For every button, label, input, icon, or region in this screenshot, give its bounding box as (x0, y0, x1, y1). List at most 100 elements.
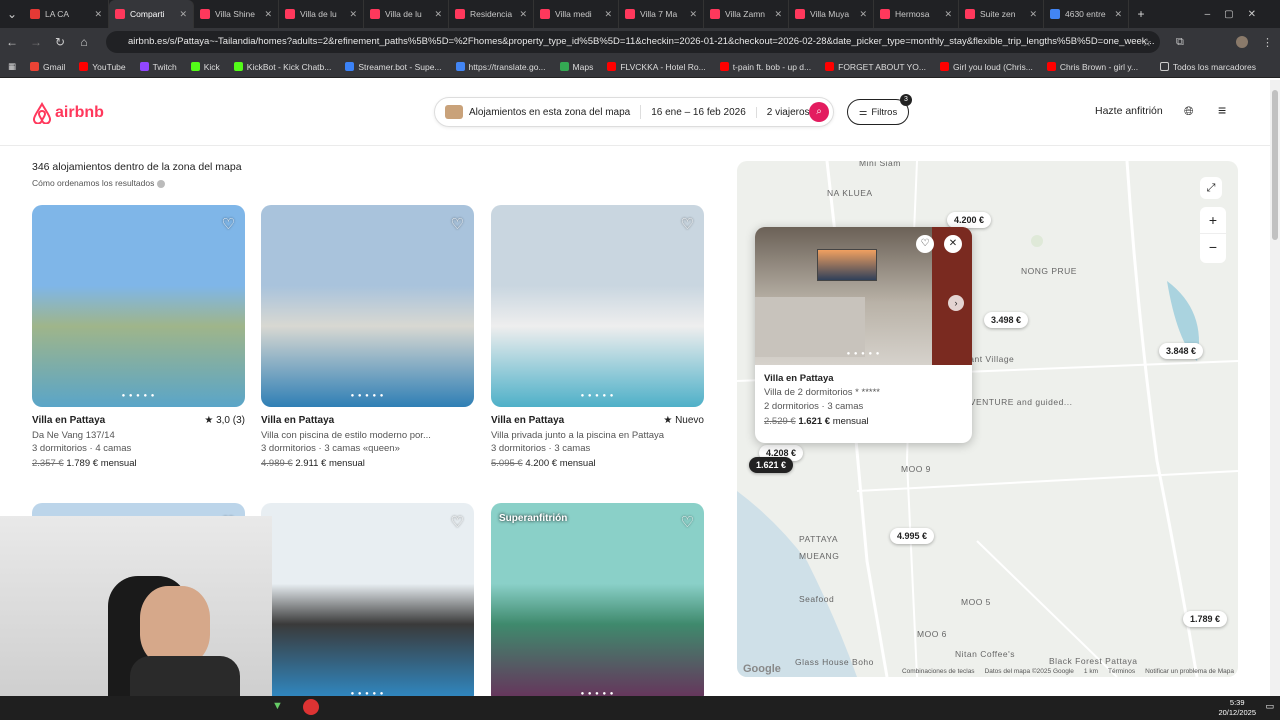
home-icon[interactable]: ⌂ (72, 35, 96, 49)
tab-close-icon[interactable]: ✕ (859, 9, 867, 20)
browser-tab[interactable]: 4630 entre ✕ (1044, 0, 1129, 28)
tab-close-icon[interactable]: ✕ (689, 9, 697, 20)
browser-tab[interactable]: Villa Shine ✕ (194, 0, 279, 28)
popup-photo[interactable]: ♡ ✕ › ● ● ● ● ● (755, 227, 972, 365)
url-field[interactable]: airbnb.es/s/Pattaya~-Tailandia/homes?adu… (106, 31, 1160, 53)
listing-photo[interactable]: ♡ ● ● ● ● ● (32, 205, 245, 407)
wishlist-heart-icon[interactable]: ♡ (451, 215, 464, 233)
bookmark-item[interactable]: https://translate.go... (455, 62, 546, 72)
forward-icon[interactable]: → (24, 35, 48, 49)
taskbar-clock[interactable]: 5:39 20/12/2025 (1218, 698, 1256, 718)
bookmark-item[interactable]: FORGET ABOUT YO... (825, 62, 926, 72)
browser-tab[interactable]: Villa 7 Ma ✕ (619, 0, 704, 28)
listing-card[interactable]: ♡ ● ● ● ● ● Villa en Pattaya ★ Nuevo Vill… (491, 205, 704, 469)
listing-photo[interactable]: ♡ ● ● ● ● ● (491, 205, 704, 407)
tab-search-icon[interactable]: ⌄ (0, 7, 24, 21)
bookmark-item[interactable]: t-pain ft. bob - up d... (719, 62, 811, 72)
become-host-link[interactable]: Hazte anfitrión (1095, 105, 1163, 117)
apps-icon[interactable]: ▦ (8, 61, 16, 72)
tab-close-icon[interactable]: ✕ (264, 9, 272, 20)
bookmark-item[interactable]: Gmail (30, 62, 65, 72)
wishlist-heart-icon[interactable]: ♡ (451, 513, 464, 531)
map-price-pin[interactable]: 1.789 € (1183, 611, 1228, 627)
scrollbar-thumb[interactable] (1272, 90, 1278, 240)
browser-tab[interactable]: Villa de lu ✕ (364, 0, 449, 28)
tab-close-icon[interactable]: ✕ (944, 9, 952, 20)
listing-card[interactable]: ♡ ● ● ● ● ● Villa en Pattaya Villa con p… (261, 205, 474, 469)
browser-tab[interactable]: Villa de lu ✕ (279, 0, 364, 28)
menu-icon[interactable]: ≡ (1218, 102, 1226, 118)
bookmark-item[interactable]: Twitch (139, 62, 177, 72)
bookmark-item[interactable]: Girl you loud (Chris... (939, 62, 1033, 72)
bookmark-item[interactable]: Kick (190, 62, 220, 72)
listing-photo[interactable]: ♡ ● ● ● ● ● (261, 503, 474, 705)
wishlist-heart-icon[interactable]: ♡ (222, 215, 235, 233)
bookmark-item[interactable]: FLVCKKA - Hotel Ro... (607, 62, 706, 72)
browser-menu-icon[interactable]: ⋮ (1262, 36, 1273, 49)
tab-close-icon[interactable]: ✕ (179, 9, 187, 20)
browser-tab[interactable]: Residencia ✕ (449, 0, 534, 28)
browser-tab[interactable]: Comparti ✕ (109, 0, 194, 28)
back-icon[interactable]: ← (0, 35, 24, 49)
expand-map-icon[interactable]: ⤢ (1200, 177, 1222, 199)
map-footer-item[interactable]: Combinaciones de teclas (902, 668, 975, 675)
bookmark-item[interactable]: Maps (559, 62, 593, 72)
new-tab-button[interactable]: + (1129, 7, 1153, 21)
results-map[interactable]: NA KLUEA NONG PRUE PATTAYA MUEANG MOO 9 MOO 5… (737, 161, 1238, 677)
airbnb-logo[interactable]: airbnb (32, 102, 104, 124)
taskbar-app-icon[interactable]: ▼ (272, 700, 283, 712)
search-dates[interactable]: 16 ene – 16 feb 2026 (641, 106, 757, 118)
listing-photo[interactable]: Superanfitrión ♡ ● ● ● ● ● (491, 503, 704, 705)
sort-info-link[interactable]: Cómo ordenamos los resultados (32, 178, 165, 188)
profile-avatar[interactable] (1236, 36, 1248, 48)
tab-close-icon[interactable]: ✕ (519, 9, 527, 20)
map-listing-popup[interactable]: ♡ ✕ › ● ● ● ● ● Villa en Pattaya Villa d… (755, 227, 972, 443)
wishlist-heart-icon[interactable]: ♡ (681, 215, 694, 233)
map-price-pin[interactable]: 3.498 € (984, 312, 1029, 328)
listing-card[interactable]: ♡ ● ● ● ● ● (261, 503, 474, 715)
browser-tab[interactable]: Villa medi ✕ (534, 0, 619, 28)
listing-card[interactable]: ♡ ● ● ● ● ● Villa en Pattaya ★ 3,0 (3) Da… (32, 205, 245, 469)
zoom-out-button[interactable]: − (1200, 233, 1226, 260)
browser-tab[interactable]: Villa Zamn ✕ (704, 0, 789, 28)
map-price-pin[interactable]: 4.200 € (947, 212, 992, 228)
globe-icon[interactable]: 🌐︎ (1184, 104, 1194, 119)
tab-close-icon[interactable]: ✕ (94, 9, 102, 20)
tab-close-icon[interactable]: ✕ (1114, 9, 1122, 20)
search-bar[interactable]: Alojamientos en esta zona del mapa 16 en… (434, 97, 834, 127)
tab-close-icon[interactable]: ✕ (434, 9, 442, 20)
reload-icon[interactable]: ↻ (48, 35, 72, 49)
tab-close-icon[interactable]: ✕ (774, 9, 782, 20)
taskbar-chrome-icon[interactable] (303, 699, 319, 715)
notification-icon[interactable]: ▭ (1265, 701, 1274, 712)
bookmark-star-icon[interactable]: ☆ (1142, 36, 1152, 49)
map-footer-item[interactable]: Notificar un problema de Mapa (1145, 668, 1234, 675)
popup-heart-icon[interactable]: ♡ (916, 235, 934, 253)
search-button[interactable]: ⌕ (809, 102, 829, 122)
wishlist-heart-icon[interactable]: ♡ (681, 513, 694, 531)
page-scrollbar[interactable] (1270, 80, 1280, 696)
bookmark-item[interactable]: Chris Brown - girl y... (1046, 62, 1138, 72)
map-price-pin[interactable]: 1.621 € (749, 457, 794, 473)
browser-tab[interactable]: LA CA ✕ (24, 0, 109, 28)
map-price-pin[interactable]: 3.848 € (1159, 343, 1204, 359)
browser-tab[interactable]: Suite zen ✕ (959, 0, 1044, 28)
window-controls[interactable]: –▢✕ (1205, 9, 1270, 20)
bookmark-item[interactable]: YouTube (79, 62, 126, 72)
listing-card[interactable]: Superanfitrión ♡ ● ● ● ● ● (491, 503, 704, 715)
extensions-icon[interactable]: ⧉ (1176, 36, 1184, 49)
tab-close-icon[interactable]: ✕ (1029, 9, 1037, 20)
bookmark-item[interactable]: KickBot - Kick Chatb... (233, 62, 331, 72)
map-footer-item[interactable]: Términos (1108, 668, 1135, 675)
bookmarks-folder[interactable]: Todos los marcadores (1159, 62, 1256, 72)
popup-next-icon[interactable]: › (948, 295, 964, 311)
popup-close-icon[interactable]: ✕ (944, 235, 962, 253)
tab-close-icon[interactable]: ✕ (349, 9, 357, 20)
bookmark-item[interactable]: Streamer.bot - Supe... (345, 62, 442, 72)
zoom-in-button[interactable]: + (1200, 207, 1226, 233)
search-location[interactable]: Alojamientos en esta zona del mapa (435, 105, 642, 119)
browser-tab[interactable]: Villa Muya ✕ (789, 0, 874, 28)
filters-button[interactable]: ⚌ Filtros 3 (847, 94, 912, 125)
map-price-pin[interactable]: 4.995 € (890, 528, 935, 544)
listing-photo[interactable]: ♡ ● ● ● ● ● (261, 205, 474, 407)
